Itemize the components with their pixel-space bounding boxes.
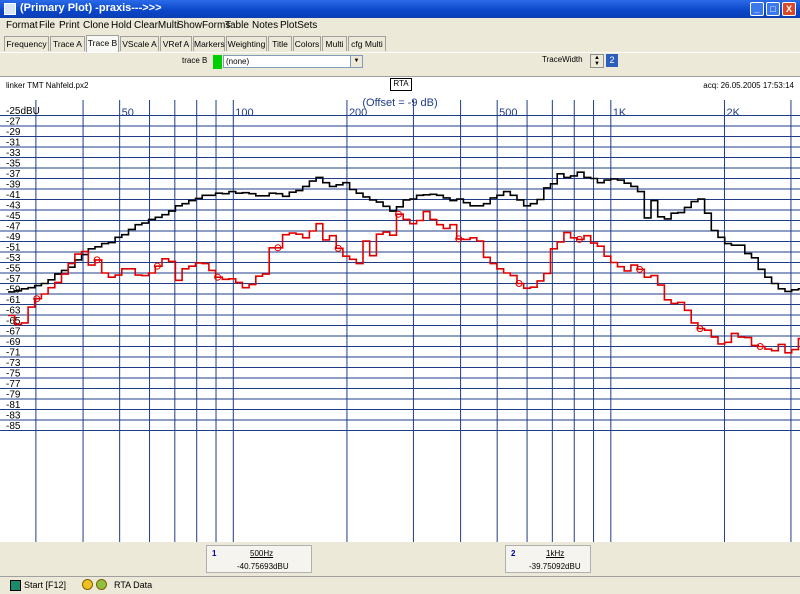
y-tick-label: -69 <box>6 337 21 348</box>
menu-table[interactable]: Table <box>225 20 249 31</box>
tab-frequency[interactable]: Frequency <box>4 36 49 51</box>
tab-markers[interactable]: Markers <box>193 36 225 51</box>
menu-print[interactable]: Print <box>59 20 80 31</box>
y-tick-label: -67 <box>6 327 21 338</box>
tracewidth-value[interactable]: 2 <box>606 54 618 67</box>
y-tick-label: -73 <box>6 358 21 369</box>
menu-showforms[interactable]: ShowForms <box>177 20 230 31</box>
menu-hold[interactable]: Hold <box>111 20 132 31</box>
maximize-button[interactable]: □ <box>766 2 780 16</box>
x-tick-label: 2K <box>726 107 740 119</box>
chevron-down-icon[interactable]: ▼ <box>350 56 362 67</box>
marker-value: -40.75693dBU <box>237 562 289 571</box>
menu-file[interactable]: File <box>39 20 55 31</box>
offset-label: (Offset = -9 dB) <box>362 97 437 109</box>
y-tick-label: -61 <box>6 295 21 306</box>
y-tick-label: -29 <box>6 127 21 138</box>
trace-color-swatch[interactable] <box>213 55 222 69</box>
x-tick-label: 50 <box>122 107 134 119</box>
y-tick-label: -53 <box>6 253 21 264</box>
menu-bar: Format File Print Clone Hold ClearMulti … <box>0 18 800 34</box>
tab-weighting[interactable]: Weighting <box>226 36 267 51</box>
y-tick-label: -51 <box>6 243 21 254</box>
y-tick-label: -47 <box>6 222 21 233</box>
minimize-button[interactable]: _ <box>750 2 764 16</box>
y-tick-label: -85 <box>6 421 21 432</box>
marker-1-readout[interactable]: 1 500Hz -40.75693dBU <box>206 545 312 573</box>
app-icon <box>4 3 16 15</box>
tab-strip: Frequency Trace A Trace B VScale A VRef … <box>0 35 800 53</box>
marker-number: 1 <box>212 549 217 558</box>
y-tick-label: -77 <box>6 379 21 390</box>
y-tick-label: -83 <box>6 411 21 422</box>
start-icon[interactable] <box>10 580 21 591</box>
y-tick-label: -55 <box>6 264 21 275</box>
tab-vref-a[interactable]: VRef A <box>160 36 192 51</box>
x-tick-label: 100 <box>235 107 253 119</box>
file-name: linker TMT Nahfeld.px2 <box>6 81 89 90</box>
close-button[interactable]: X <box>782 2 796 16</box>
y-tick-label: -45 <box>6 211 21 222</box>
trace-line-2 <box>8 210 800 354</box>
tab-vscale-a[interactable]: VScale A <box>120 36 159 51</box>
rta-mode-badge[interactable]: RTA <box>390 78 412 91</box>
marker-frequency: 500Hz <box>250 549 274 558</box>
y-tick-label: -39 <box>6 180 21 191</box>
tab-multi[interactable]: Multi <box>322 36 347 51</box>
tracewidth-label: TraceWidth <box>542 55 583 64</box>
x-tick-label: 1K <box>613 107 627 119</box>
marker-panel <box>0 542 800 576</box>
status-bar: Start [F12] RTA Data <box>0 576 800 594</box>
window-title: (Primary Plot) -praxis--->>> <box>20 2 162 14</box>
menu-clone[interactable]: Clone <box>83 20 109 31</box>
menu-notes[interactable]: Notes <box>252 20 278 31</box>
menu-format[interactable]: Format <box>6 20 38 31</box>
menu-plotsets[interactable]: PlotSets <box>280 20 317 31</box>
y-tick-label: -35 <box>6 159 21 170</box>
y-tick-label: -41 <box>6 190 21 201</box>
tab-title[interactable]: Title <box>268 36 292 51</box>
rta-chart[interactable]: -25dBU-27-29-31-33-35-37-39-41-43-45-47-… <box>0 92 800 542</box>
y-tick-label: -57 <box>6 274 21 285</box>
tracewidth-stepper[interactable]: ▲ ▼ <box>590 54 604 68</box>
status-text: RTA Data <box>114 580 153 590</box>
clock-icon[interactable] <box>82 579 93 590</box>
y-tick-label: -79 <box>6 390 21 401</box>
menu-clearmulti[interactable]: ClearMulti <box>134 20 179 31</box>
x-tick-label: 500 <box>499 107 517 119</box>
plot-area[interactable]: -25dBU -27 -29 -31 -33 -35 -37 -39 -41 -43 -45 -47-… <box>0 92 800 542</box>
acquisition-timestamp: acq: 26.05.2005 17:53:14 <box>703 81 794 90</box>
y-tick-label: -43 <box>6 201 21 212</box>
tab-trace-b[interactable]: Trace B <box>86 35 119 52</box>
y-tick-label: -27 <box>6 117 21 128</box>
tab-cfg-multi[interactable]: cfg Multi <box>348 36 386 51</box>
marker-2-readout[interactable]: 2 1kHz -39.75092dBU <box>505 545 591 573</box>
y-tick-label: -71 <box>6 348 21 359</box>
marker-value: -39.75092dBU <box>529 562 581 571</box>
y-tick-label: -49 <box>6 232 21 243</box>
y-tick-label: -31 <box>6 138 21 149</box>
pen-icon[interactable] <box>96 579 107 590</box>
tab-trace-a[interactable]: Trace A <box>50 36 85 51</box>
y-tick-label: -75 <box>6 369 21 380</box>
marker-frequency: 1kHz <box>546 549 565 558</box>
y-tick-label: -25dBU <box>6 106 40 117</box>
y-tick-label: -81 <box>6 400 21 411</box>
trace-select-value: (none) <box>226 57 250 66</box>
tab-colors[interactable]: Colors <box>293 36 321 51</box>
trace-line-1 <box>8 171 800 293</box>
y-tick-label: -65 <box>6 316 21 327</box>
y-tick-label: -33 <box>6 148 21 159</box>
trace-panel <box>0 52 800 74</box>
y-tick-label: -37 <box>6 169 21 180</box>
marker-number: 2 <box>511 549 516 558</box>
trace-label: trace B <box>182 56 208 65</box>
trace-select[interactable]: (none) ▼ <box>223 55 363 68</box>
start-label[interactable]: Start [F12] <box>24 580 66 590</box>
title-bar: (Primary Plot) -praxis--->>> _ □ X <box>0 0 800 18</box>
